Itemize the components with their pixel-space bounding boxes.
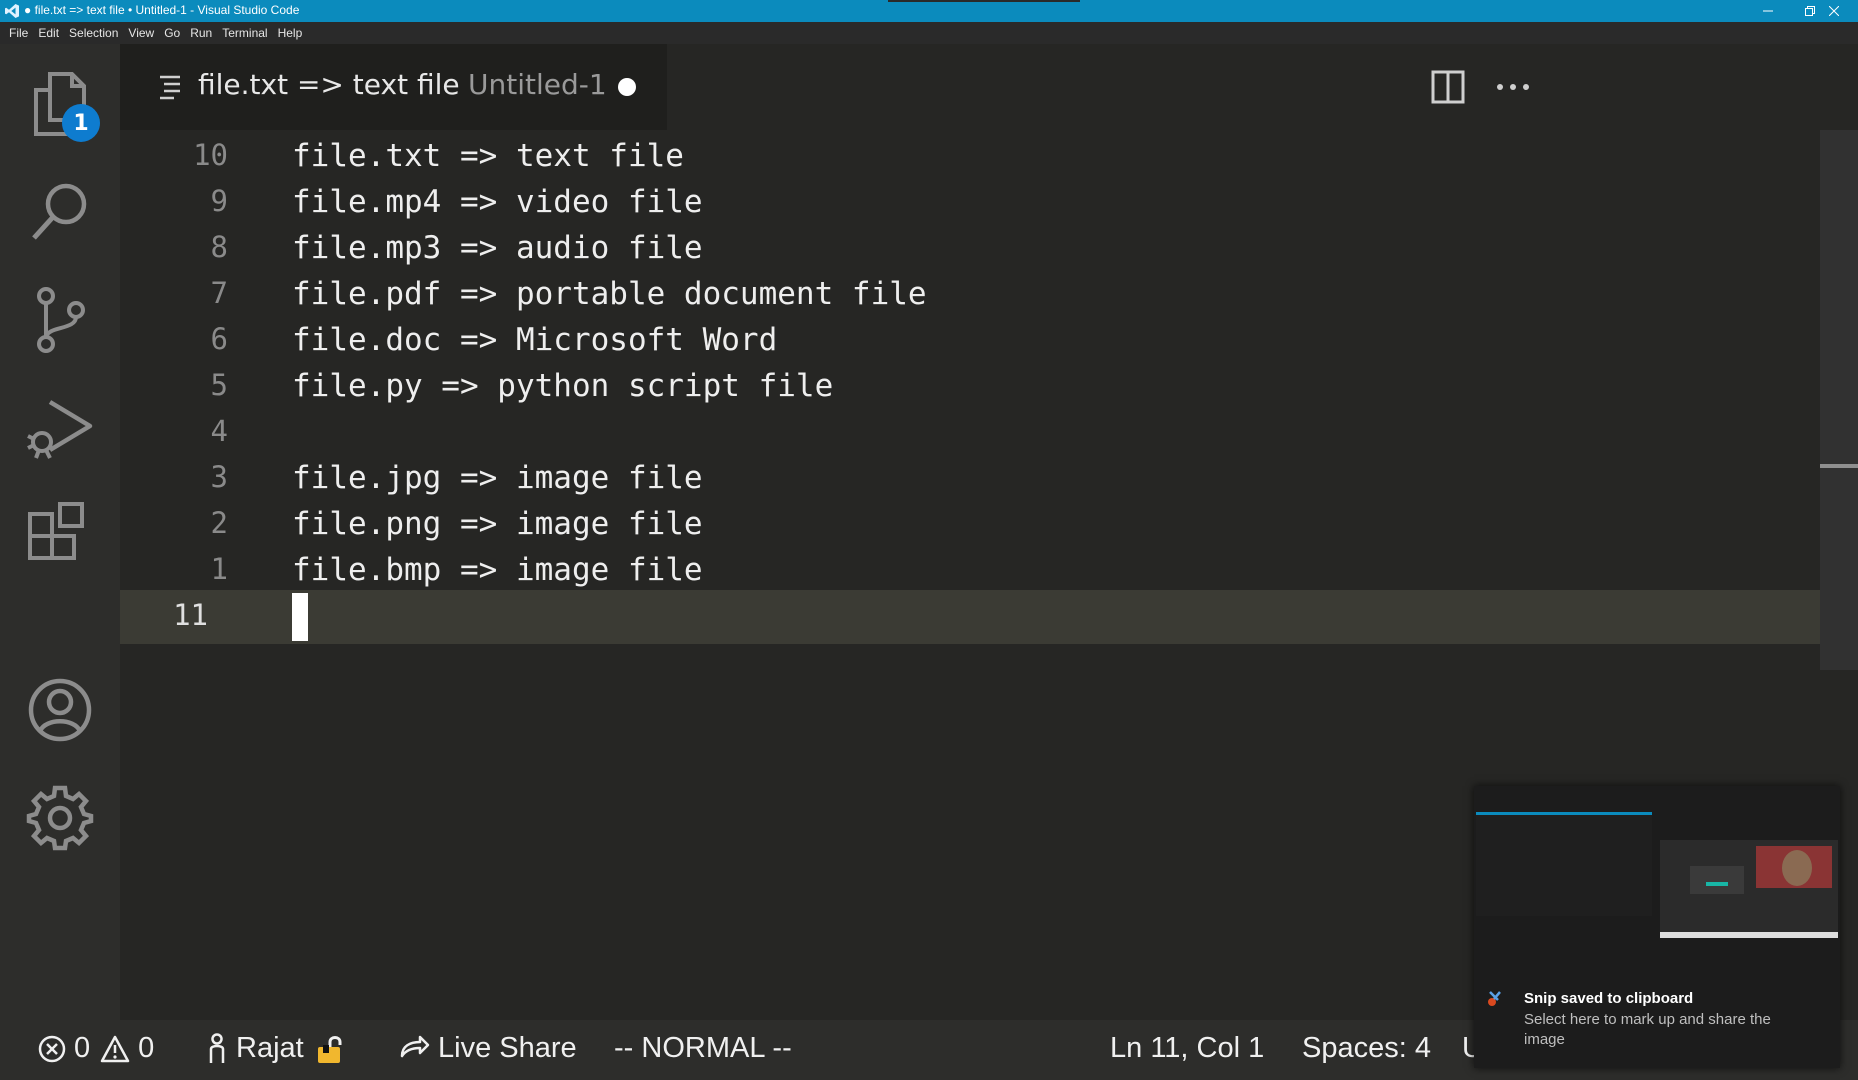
cursor-position[interactable]: Ln 11, Col 1 — [1110, 1032, 1264, 1065]
person-icon — [209, 1032, 225, 1063]
activity-manage[interactable] — [0, 758, 120, 878]
line-text[interactable]: file.mp3 => audio file — [292, 230, 703, 266]
activity-search[interactable] — [0, 152, 120, 272]
line-number: 2 — [210, 506, 228, 540]
run-debug-icon — [27, 400, 93, 459]
activity-explorer[interactable]: 1 — [0, 44, 120, 164]
window-title: ● file.txt => text file • Untitled-1 - V… — [24, 3, 300, 17]
line-text[interactable]: file.pdf => portable document file — [292, 276, 927, 312]
notification-body: Select here to mark up and share the ima… — [1524, 1011, 1771, 1048]
activity-accounts[interactable] — [0, 650, 120, 770]
menu-selection[interactable]: Selection — [64, 26, 123, 40]
activity-source-control[interactable] — [0, 260, 120, 380]
editor-tab[interactable]: file.txt => text file Untitled-1 — [120, 44, 667, 130]
line-number: 1 — [210, 552, 228, 586]
snipping-tool-icon — [1488, 991, 1501, 1006]
vscode-logo-icon — [5, 4, 19, 18]
source-control-icon — [37, 287, 85, 353]
menu-edit[interactable]: Edit — [33, 26, 64, 40]
tab-description: Untitled-1 — [468, 68, 607, 101]
explorer-badge: 1 — [62, 104, 100, 142]
line-text[interactable]: file.bmp => image file — [292, 552, 703, 588]
line-number: 7 — [210, 276, 228, 310]
thumbnail-video-feed — [1756, 846, 1832, 888]
extensions-icon — [28, 502, 84, 560]
split-editor-button[interactable] — [1423, 64, 1473, 110]
snip-thumbnail-editor — [1476, 812, 1652, 916]
line-number: 4 — [210, 414, 228, 448]
notification-title: Snip saved to clipboard — [1524, 990, 1694, 1007]
close-icon — [1829, 6, 1839, 16]
more-actions-button[interactable] — [1488, 64, 1538, 110]
lock-icon — [317, 1035, 342, 1063]
split-editor-icon — [1431, 70, 1465, 104]
current-line[interactable]: 11 — [120, 590, 1820, 644]
line-text[interactable]: file.doc => Microsoft Word — [292, 322, 777, 358]
menu-terminal[interactable]: Terminal — [217, 26, 272, 40]
title-bar: ● file.txt => text file • Untitled-1 - V… — [0, 0, 1858, 22]
search-icon — [32, 183, 87, 240]
minimize-icon — [1763, 10, 1773, 12]
editor-tab-strip: file.txt => text file Untitled-1 — [120, 44, 1858, 130]
snip-notification[interactable]: Snip saved to clipboard Select here to m… — [1474, 786, 1840, 1068]
error-count: 0 — [74, 1032, 91, 1064]
thumbnail-taskbar — [1660, 932, 1838, 938]
tab-title: file.txt => text file — [198, 68, 460, 101]
unsaved-dot-icon[interactable] — [618, 78, 636, 96]
line-number: 9 — [210, 184, 228, 218]
activity-bar: 1 — [0, 44, 120, 1020]
line-text[interactable]: file.mp4 => video file — [292, 184, 703, 220]
line-number: 3 — [210, 460, 228, 494]
ellipsis-icon — [1497, 84, 1529, 90]
thumbnail-dialog — [1690, 866, 1744, 894]
menu-bar: File Edit Selection View Go Run Terminal… — [0, 22, 1858, 44]
indentation-label: Spaces: 4 — [1302, 1032, 1431, 1064]
warning-icon — [100, 1035, 130, 1062]
vertical-scrollbar[interactable] — [1820, 130, 1858, 670]
problems-indicator[interactable]: 0 0 — [38, 1032, 154, 1065]
warning-count: 0 — [138, 1032, 155, 1064]
line-text[interactable]: file.png => image file — [292, 506, 703, 542]
live-share-label: Live Share — [438, 1032, 577, 1064]
close-window-button[interactable] — [1811, 0, 1857, 22]
cursor-position-label: Ln 11, Col 1 — [1110, 1032, 1265, 1064]
line-text[interactable]: file.py => python script file — [292, 368, 833, 404]
indentation-setting[interactable]: Spaces: 4 — [1302, 1032, 1431, 1065]
minimize-button[interactable] — [1745, 0, 1791, 22]
line-text[interactable]: file.jpg => image file — [292, 460, 703, 496]
line-text[interactable]: file.txt => text file — [292, 138, 684, 174]
vim-mode-label: -- NORMAL -- — [614, 1032, 792, 1064]
live-share-icon — [400, 1035, 430, 1057]
menu-run[interactable]: Run — [185, 26, 217, 40]
error-icon — [38, 1035, 66, 1062]
text-lines-icon — [160, 75, 180, 100]
live-share-button[interactable]: Live Share — [398, 1032, 577, 1065]
menu-go[interactable]: Go — [159, 26, 185, 40]
block-cursor — [292, 593, 308, 641]
accounts-icon — [28, 678, 92, 742]
line-number: 6 — [210, 322, 228, 356]
scrollbar-cursor-marker — [1820, 464, 1858, 468]
menu-view[interactable]: View — [123, 26, 159, 40]
settings-gear-icon — [26, 785, 94, 851]
vim-mode-indicator: -- NORMAL -- — [614, 1032, 792, 1065]
line-number: 10 — [193, 138, 228, 172]
line-number: 5 — [210, 368, 228, 402]
current-line-number: 11 — [173, 598, 208, 632]
title-accent-bar — [888, 0, 1080, 2]
activity-run-debug[interactable] — [0, 368, 120, 488]
menu-help[interactable]: Help — [273, 26, 308, 40]
account-name: Rajat — [236, 1032, 304, 1064]
account-status[interactable]: Rajat — [206, 1032, 356, 1065]
menu-file[interactable]: File — [4, 26, 33, 40]
line-number: 8 — [210, 230, 228, 264]
activity-extensions[interactable] — [0, 476, 120, 596]
